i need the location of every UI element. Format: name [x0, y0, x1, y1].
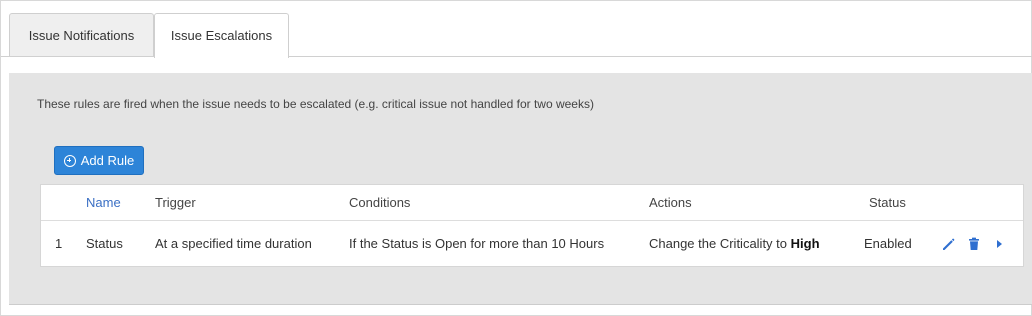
- plus-circle-icon: [63, 154, 76, 167]
- edit-icon[interactable]: [941, 236, 957, 252]
- rule-conditions: If the Status is Open for more than 10 H…: [349, 236, 605, 251]
- add-rule-button[interactable]: Add Rule: [54, 146, 144, 175]
- app-frame: Issue Notifications Issue Escalations Th…: [0, 0, 1032, 316]
- rule-name: Status: [86, 236, 123, 251]
- escalation-panel: These rules are fired when the issue nee…: [9, 73, 1032, 305]
- column-header-trigger: Trigger: [155, 195, 196, 210]
- rule-actions: Change the Criticality to High: [649, 222, 820, 266]
- add-rule-label: Add Rule: [80, 153, 135, 168]
- expand-arrow-icon[interactable]: [991, 236, 1007, 252]
- tab-issue-notifications[interactable]: Issue Notifications: [9, 13, 154, 56]
- column-header-actions: Actions: [649, 195, 692, 210]
- column-header-status: Status: [869, 195, 906, 210]
- rule-status: Enabled: [864, 236, 912, 251]
- column-header-conditions: Conditions: [349, 195, 411, 210]
- rule-trigger: At a specified time duration: [155, 236, 312, 251]
- rule-actions-text: Change the Criticality to: [649, 236, 788, 251]
- row-index: 1: [55, 236, 63, 251]
- rules-table: Name Trigger Conditions Actions Status 1…: [40, 184, 1024, 267]
- delete-icon[interactable]: [966, 236, 982, 252]
- tab-issue-escalations[interactable]: Issue Escalations: [154, 13, 289, 58]
- rule-actions-value: High: [790, 236, 820, 251]
- column-header-name[interactable]: Name: [86, 185, 121, 221]
- panel-description: These rules are fired when the issue nee…: [37, 97, 594, 111]
- table-row: 1 Status At a specified time duration If…: [41, 222, 1023, 266]
- table-header: Name Trigger Conditions Actions Status: [41, 185, 1023, 221]
- tab-bar: Issue Notifications Issue Escalations: [1, 1, 1032, 58]
